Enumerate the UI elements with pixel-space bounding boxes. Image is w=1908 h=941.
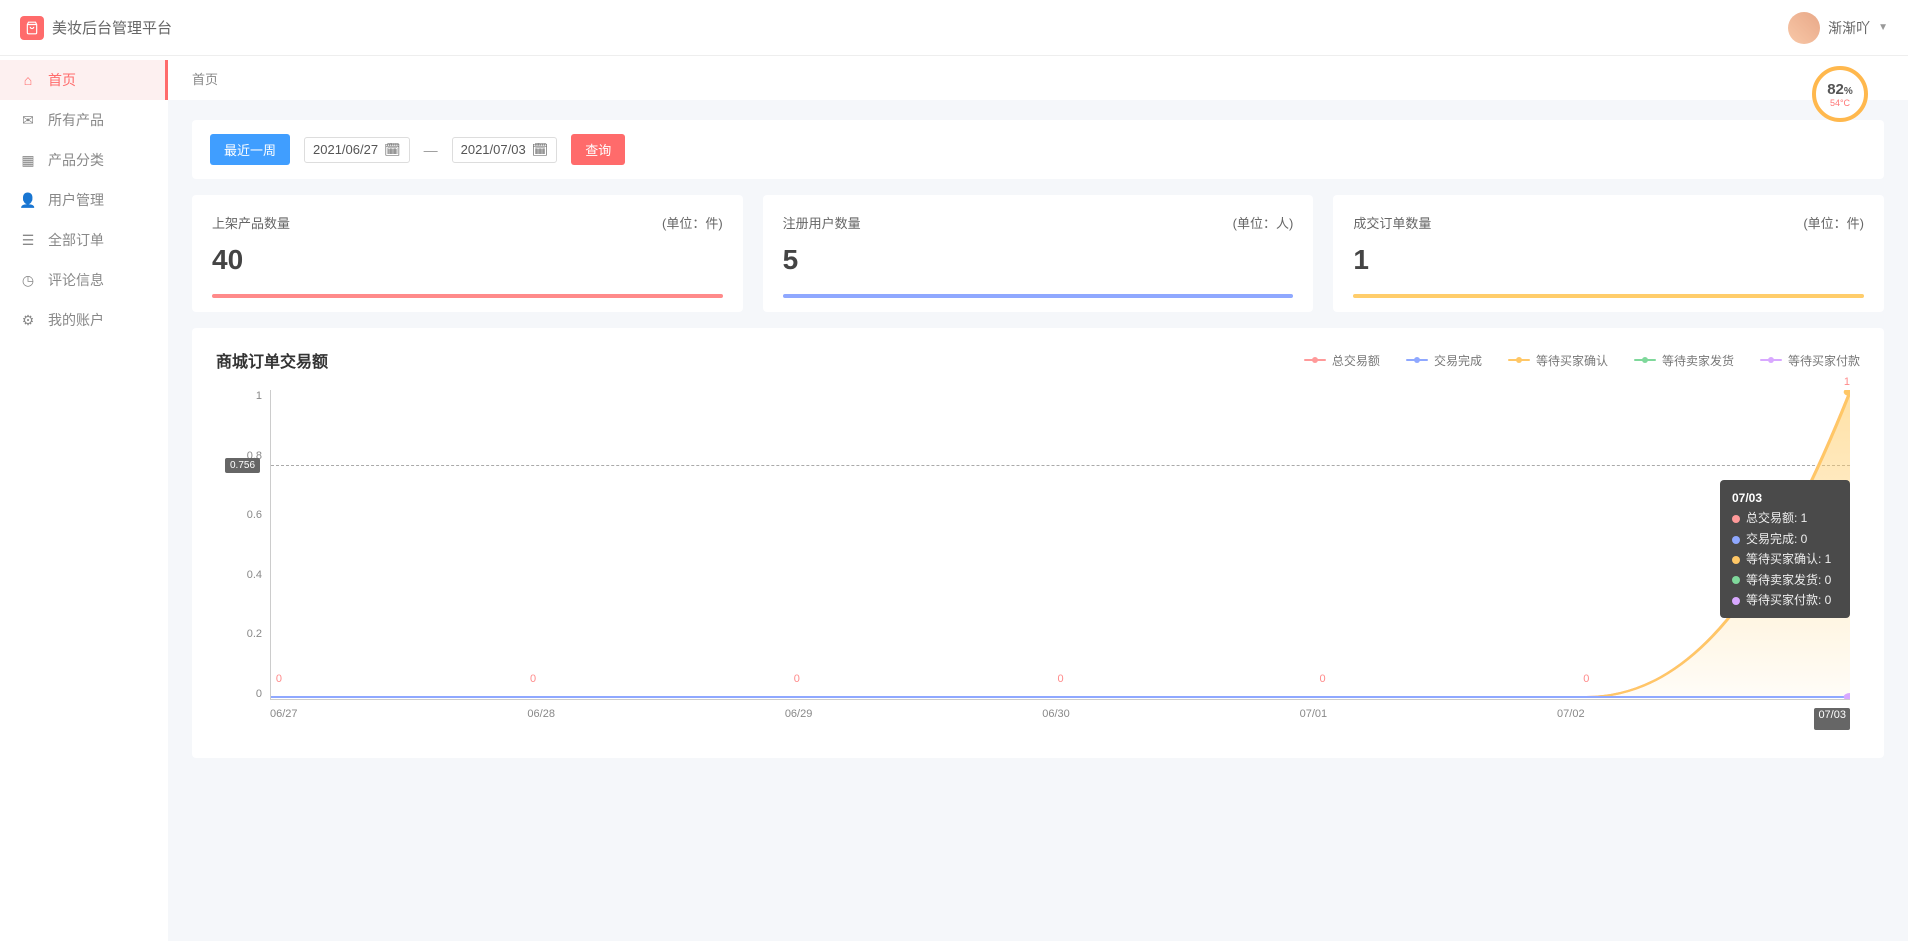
sidebar: ⌂ 首页 ✉ 所有产品 ▦ 产品分类 👤 用户管理 ☰ 全部订单 ◷ 评论信息 … [0,56,168,941]
sidebar-item-label: 我的账户 [48,310,104,330]
chart-card: 商城订单交易额 总交易额 交易完成 等待买家确认 等待卖家发货 等待买家付款 1… [192,328,1884,758]
mail-icon: ✉ [20,112,36,128]
sidebar-item-label: 首页 [48,70,76,90]
stat-card-orders: 成交订单数量 (单位：件) 1 [1333,195,1884,312]
calendar-icon: 🗓 [384,142,401,158]
data-label: 0 [1320,673,1326,685]
legend-item[interactable]: 交易完成 [1406,352,1482,369]
data-label: 0 [1583,673,1589,685]
sidebar-item-label: 所有产品 [48,110,104,130]
gauge-percent: 82% [1827,81,1853,98]
date-to-input[interactable]: 2021/07/03 🗓 [452,137,558,163]
data-label: 0 [530,673,536,685]
chart-title: 商城订单交易额 [216,348,328,372]
stat-title: 上架产品数量 [212,213,290,232]
bag-icon [20,16,44,40]
list-icon: ☰ [20,232,36,248]
legend-item[interactable]: 总交易额 [1304,352,1380,369]
recent-week-button[interactable]: 最近一周 [210,134,290,165]
sidebar-item-categories[interactable]: ▦ 产品分类 [0,140,168,180]
x-axis: 06/27 06/28 06/29 06/30 07/01 07/02 07/0… [270,708,1850,730]
gauge-badge: 82% 54°C [1812,66,1868,122]
top-header: 美妆后台管理平台 渐渐吖 ▼ [0,0,1908,56]
date-from-input[interactable]: 2021/06/27 🗓 [304,137,410,163]
tooltip-title: 07/03 [1732,488,1838,508]
calendar-icon: 🗓 [532,142,549,158]
stat-unit: (单位：件) [1803,213,1864,232]
avatar [1788,12,1820,44]
chevron-down-icon: ▼ [1878,22,1888,33]
stat-unit: (单位：件) [662,213,723,232]
data-label: 0 [1057,673,1063,685]
stat-bar [212,294,723,298]
sidebar-item-label: 评论信息 [48,270,104,290]
plot-region: 0.756 1 [270,390,1850,700]
sidebar-item-comments[interactable]: ◷ 评论信息 [0,260,168,300]
sidebar-item-account[interactable]: ⚙ 我的账户 [0,300,168,340]
stat-title: 注册用户数量 [783,213,861,232]
app-title: 美妆后台管理平台 [52,17,172,38]
stats-row: 上架产品数量 (单位：件) 40 注册用户数量 (单位：人) 5 [192,195,1884,312]
user-menu[interactable]: 渐渐吖 ▼ [1788,12,1888,44]
markline [271,465,1850,466]
data-label: 0 [794,673,800,685]
stat-bar [1353,294,1864,298]
stat-title: 成交订单数量 [1353,213,1431,232]
sidebar-item-label: 产品分类 [48,150,104,170]
stat-bar [783,294,1294,298]
date-separator: — [424,142,438,158]
stat-value: 40 [212,244,723,276]
sidebar-item-users[interactable]: 👤 用户管理 [0,180,168,220]
grid-icon: ▦ [20,152,36,168]
chart-plot[interactable]: 1 0.8 0.6 0.4 0.2 0 0.756 1 [216,390,1860,730]
gauge-temp: 54°C [1830,98,1850,108]
chart-legend: 总交易额 交易完成 等待买家确认 等待卖家发货 等待买家付款 [1304,352,1860,369]
chart-svg [271,390,1850,699]
sidebar-item-home[interactable]: ⌂ 首页 [0,60,168,100]
legend-item[interactable]: 等待买家确认 [1508,352,1608,369]
username: 渐渐吖 [1828,18,1870,38]
home-icon: ⌂ [20,72,36,88]
sidebar-item-label: 全部订单 [48,230,104,250]
stat-value: 5 [783,244,1294,276]
sidebar-item-label: 用户管理 [48,190,104,210]
query-button[interactable]: 查询 [571,134,625,165]
stat-card-users: 注册用户数量 (单位：人) 5 [763,195,1314,312]
y-axis: 1 0.8 0.6 0.4 0.2 0 [216,390,262,700]
sidebar-item-products[interactable]: ✉ 所有产品 [0,100,168,140]
data-label-top: 1 [1844,376,1850,388]
stat-unit: (单位：人) [1233,213,1294,232]
legend-item[interactable]: 等待卖家发货 [1634,352,1734,369]
main-content: 首页 82% 54°C 最近一周 2021/06/27 🗓 — 2021/07/… [168,56,1908,941]
filter-bar: 最近一周 2021/06/27 🗓 — 2021/07/03 🗓 查询 [192,120,1884,179]
chart-tooltip: 07/03 总交易额: 1 交易完成: 0 等待买家确认: 1 等待卖家发货: … [1720,480,1850,618]
logo: 美妆后台管理平台 [20,16,172,40]
x-tick-highlight: 07/03 [1814,708,1850,730]
data-label: 0 [276,673,282,685]
stat-value: 1 [1353,244,1864,276]
legend-item[interactable]: 等待买家付款 [1760,352,1860,369]
stat-card-products: 上架产品数量 (单位：件) 40 [192,195,743,312]
breadcrumb: 首页 82% 54°C [168,56,1908,100]
markline-label: 0.756 [225,458,260,473]
user-icon: 👤 [20,192,36,208]
clock-icon: ◷ [20,272,36,288]
sidebar-item-orders[interactable]: ☰ 全部订单 [0,220,168,260]
gear-icon: ⚙ [20,312,36,328]
breadcrumb-text: 首页 [192,69,218,88]
